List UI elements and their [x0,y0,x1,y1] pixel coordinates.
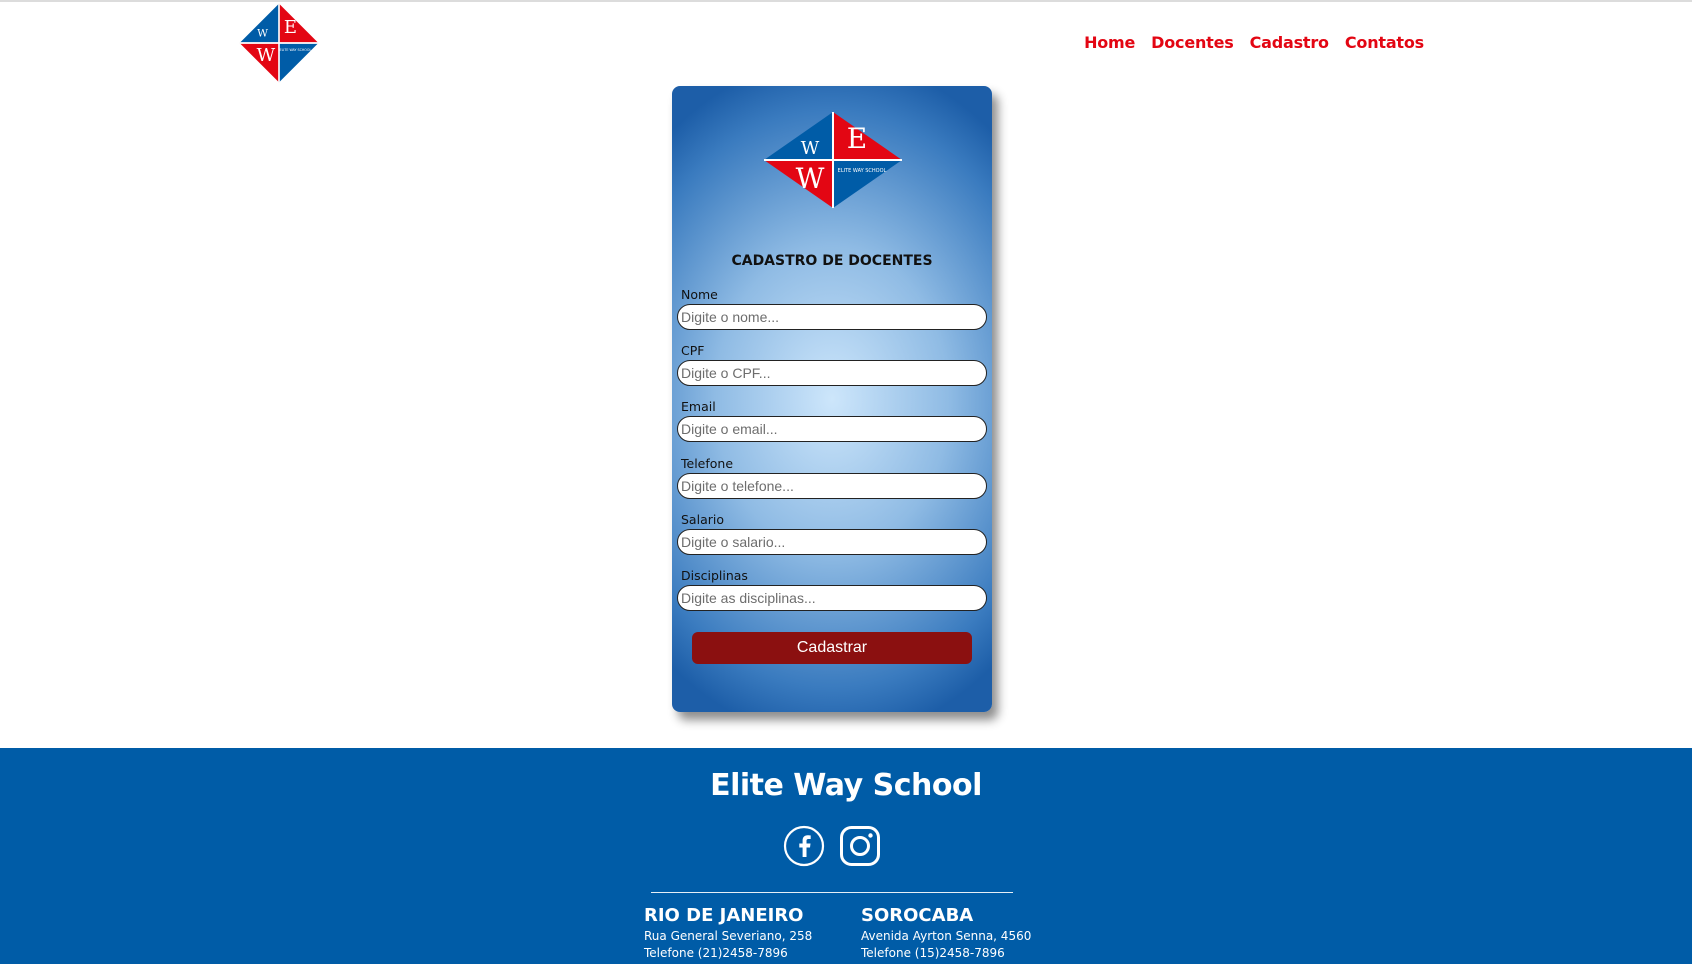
city-phone: Telefone (15)2458-7896 [861,946,1005,960]
main-nav: Home Docentes Cadastro Contatos [1084,33,1424,52]
logo-text: ELITE WAY SCHOOL [280,48,312,52]
card-logo-letter-e: E [847,122,867,155]
field-disciplinas: Disciplinas [677,567,987,611]
facebook-icon[interactable] [783,825,825,867]
city-sorocaba: SOROCABA Avenida Ayrton Senna, 4560 Tele… [861,904,1031,962]
telefone-input[interactable] [677,473,987,499]
nav-cadastro[interactable]: Cadastro [1250,33,1329,52]
logo-letter-w: W [257,45,276,66]
card-logo-letter-w: W [796,162,825,195]
field-telefone: Telefone [677,455,987,499]
logo-letter-w-small: W [257,26,268,39]
city-phone: Telefone (21)2458-7896 [644,946,788,960]
disciplinas-input[interactable] [677,585,987,611]
nome-input[interactable] [677,304,987,330]
nav-home[interactable]: Home [1084,33,1135,52]
form-title: CADASTRO DE DOCENTES [731,253,933,269]
field-cpf: CPF [677,342,987,386]
nav-contatos[interactable]: Contatos [1345,33,1424,52]
instagram-icon[interactable] [839,825,881,867]
school-logo[interactable]: W E W ELITE WAY SCHOOL [238,2,320,84]
label-salario: Salario [681,512,724,527]
city-name: SOROCABA [861,905,974,926]
card-logo-letter-w-small: W [801,138,820,159]
label-nome: Nome [681,287,718,302]
footer-title: Elite Way School [710,768,982,803]
salario-input[interactable] [677,529,987,555]
cpf-input[interactable] [677,360,987,386]
registration-card: W E W ELITE WAY SCHOOL CADASTRO DE DOCEN… [672,86,992,712]
cadastrar-button[interactable]: Cadastrar [692,632,972,664]
city-name: RIO DE JANEIRO [644,905,804,926]
field-email: Email [677,398,987,442]
footer-divider [651,892,1013,893]
label-cpf: CPF [681,343,705,358]
footer: Elite Way School RIO DE JANEIRO Rua Gene… [0,748,1692,964]
city-address: Rua General Severiano, 258 [644,929,813,943]
city-rio: RIO DE JANEIRO Rua General Severiano, 25… [644,904,812,962]
card-logo: W E W ELITE WAY SCHOOL [764,112,902,208]
label-disciplinas: Disciplinas [681,568,748,583]
field-salario: Salario [677,511,987,555]
email-input[interactable] [677,416,987,442]
nav-docentes[interactable]: Docentes [1151,33,1234,52]
label-email: Email [681,399,716,414]
logo-letter-e: E [284,17,297,38]
field-nome: Nome [677,286,987,330]
city-address: Avenida Ayrton Senna, 4560 [861,929,1032,943]
card-logo-text: ELITE WAY SCHOOL [838,168,887,174]
label-telefone: Telefone [681,456,734,471]
